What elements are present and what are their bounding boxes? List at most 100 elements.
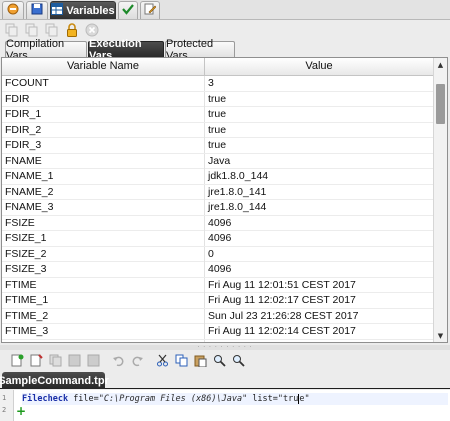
view-tab-edit[interactable] [140, 1, 160, 19]
variable-name-cell[interactable]: FNAME_1 [2, 169, 205, 184]
tab-protected-vars[interactable]: Protected Vars [165, 38, 235, 62]
table-row[interactable]: FDIR true [2, 91, 434, 107]
code-line-1[interactable]: Filecheck file="C:\Program Files (x86)\J… [22, 393, 448, 405]
code-value-list-start: "tru [277, 394, 299, 404]
variable-name-cell[interactable]: FNAME_3 [2, 200, 205, 215]
checkmark-icon [122, 3, 134, 18]
view-tab-console[interactable] [2, 1, 24, 19]
variable-name-cell[interactable]: FDIR [2, 91, 205, 107]
lock-icon[interactable] [64, 22, 80, 38]
variable-value-cell[interactable]: 3 [205, 76, 434, 91]
variable-value-cell[interactable]: Sun Jul 23 21:26:28 CEST 2017 [205, 308, 434, 324]
undo-icon[interactable] [111, 353, 125, 367]
code-attribute-file: file= [73, 394, 99, 404]
variable-name-cell[interactable]: FNAME_2 [2, 184, 205, 200]
table-row[interactable]: FNAME_3 jre1.8.0_144 [2, 200, 434, 216]
copy-icon[interactable] [174, 353, 188, 367]
code-editor[interactable]: 1 2 Filecheck file="C:\Program Files (x8… [0, 390, 450, 421]
table-row[interactable]: FSIZE_2 0 [2, 246, 434, 262]
editor-toolbar [0, 350, 450, 370]
view-tab-save[interactable] [26, 1, 48, 19]
variable-name-cell[interactable]: FDIR_3 [2, 138, 205, 153]
variable-value-cell[interactable]: true [205, 122, 434, 138]
column-header-value[interactable]: Value [205, 58, 434, 76]
variable-value-cell[interactable]: true [205, 107, 434, 122]
variable-name-cell[interactable]: FSIZE_2 [2, 246, 205, 262]
file-tab-samplecommand[interactable]: SampleCommand.tpr [0, 372, 109, 389]
code-attribute-list: list= [252, 394, 278, 404]
variable-name-cell[interactable]: FSIZE_3 [2, 262, 205, 277]
redo-icon[interactable] [130, 353, 144, 367]
variable-value-cell[interactable]: Java [205, 153, 434, 169]
add-line-icon[interactable]: + [16, 405, 26, 417]
tab-compilation-vars[interactable]: Compilation Vars [5, 38, 87, 62]
table-row[interactable]: FNAME Java [2, 153, 434, 169]
variable-value-cell[interactable]: jre1.8.0_141 [205, 184, 434, 200]
duplicate-icon[interactable] [48, 353, 62, 367]
table-vertical-scrollbar[interactable]: ▲ ▼ [433, 58, 447, 342]
table-row[interactable]: FCOUNT 3 [2, 76, 434, 92]
table-icon [51, 3, 64, 18]
table-row[interactable]: _CURDATEAug 30, 2018 10:54:49 AM [2, 339, 434, 342]
line-number: 1 [2, 394, 7, 402]
variable-name-cell[interactable]: FNAME [2, 153, 205, 169]
table-row[interactable]: FDIR_3 true [2, 138, 434, 154]
table-row[interactable]: FTIME_3 Fri Aug 11 12:02:14 CEST 2017 [2, 324, 434, 340]
table-row[interactable]: FSIZE_3 4096 [2, 262, 434, 278]
disk-icon [31, 3, 43, 18]
find-icon[interactable] [212, 353, 226, 367]
scroll-up-arrow-icon[interactable]: ▲ [434, 58, 447, 71]
variable-value-cell[interactable]: Fri Aug 11 12:02:17 CEST 2017 [205, 293, 434, 308]
new-command-icon[interactable] [10, 353, 24, 367]
variable-value-cell[interactable]: jre1.8.0_144 [205, 200, 434, 215]
variable-name-cell[interactable]: _CURDATE [2, 339, 205, 342]
variable-value-cell[interactable]: Aug 30, 2018 10:54:49 AM [205, 339, 434, 342]
properties-icon[interactable] [86, 353, 100, 367]
table-row[interactable]: FDIR_2 true [2, 122, 434, 138]
variable-name-cell[interactable]: FSIZE [2, 215, 205, 231]
view-tab-variables[interactable]: Variables [50, 1, 116, 19]
variable-name-cell[interactable]: FDIR_2 [2, 122, 205, 138]
variable-value-cell[interactable]: 4096 [205, 231, 434, 246]
delete-icon[interactable] [84, 22, 100, 38]
table-row[interactable]: FTIME Fri Aug 11 12:01:51 CEST 2017 [2, 277, 434, 293]
find-next-icon[interactable] [231, 353, 245, 367]
scroll-down-arrow-icon[interactable]: ▼ [434, 329, 447, 342]
paste-icon[interactable] [193, 353, 207, 367]
copy-variable-icon[interactable] [4, 22, 20, 38]
insert-command-icon[interactable] [29, 353, 43, 367]
table-header: Variable Name Value [2, 58, 434, 76]
pencil-icon [144, 3, 157, 18]
copy-all-icon[interactable] [24, 22, 40, 38]
table-row[interactable]: FSIZE 4096 [2, 215, 434, 231]
table-row[interactable]: FTIME_1 Fri Aug 11 12:02:17 CEST 2017 [2, 293, 434, 309]
variable-value-cell[interactable]: Fri Aug 11 12:02:14 CEST 2017 [205, 324, 434, 339]
variable-value-cell[interactable]: jdk1.8.0_144 [205, 169, 434, 184]
variable-value-cell[interactable]: 4096 [205, 215, 434, 231]
code-value-list-end: e" [299, 394, 310, 404]
variable-value-cell[interactable]: 0 [205, 246, 434, 262]
variable-name-cell[interactable]: FSIZE_1 [2, 231, 205, 246]
table-row[interactable]: FNAME_1 jdk1.8.0_144 [2, 169, 434, 185]
variable-value-cell[interactable]: 4096 [205, 262, 434, 277]
variable-value-cell[interactable]: true [205, 91, 434, 107]
variable-name-cell[interactable]: FTIME [2, 277, 205, 293]
table-row[interactable]: FDIR_1 true [2, 107, 434, 123]
view-tab-check[interactable] [118, 1, 138, 19]
table-row[interactable]: FTIME_2 Sun Jul 23 21:26:28 CEST 2017 [2, 308, 434, 324]
save-icon[interactable] [67, 353, 81, 367]
column-header-variable-name[interactable]: Variable Name [2, 58, 205, 76]
variable-value-cell[interactable]: true [205, 138, 434, 153]
variable-value-cell[interactable]: Fri Aug 11 12:01:51 CEST 2017 [205, 277, 434, 293]
scrollbar-thumb[interactable] [436, 84, 445, 124]
variable-name-cell[interactable]: FTIME_1 [2, 293, 205, 308]
variable-name-cell[interactable]: FTIME_2 [2, 308, 205, 324]
variable-name-cell[interactable]: FDIR_1 [2, 107, 205, 122]
table-row[interactable]: FNAME_2 jre1.8.0_141 [2, 184, 434, 200]
variable-name-cell[interactable]: FTIME_3 [2, 324, 205, 339]
variable-name-cell[interactable]: FCOUNT [2, 76, 205, 91]
tab-execution-vars[interactable]: Execution Vars [88, 38, 164, 62]
cut-icon[interactable] [155, 353, 169, 367]
paste-variable-icon[interactable] [44, 22, 60, 38]
table-row[interactable]: FSIZE_1 4096 [2, 231, 434, 247]
